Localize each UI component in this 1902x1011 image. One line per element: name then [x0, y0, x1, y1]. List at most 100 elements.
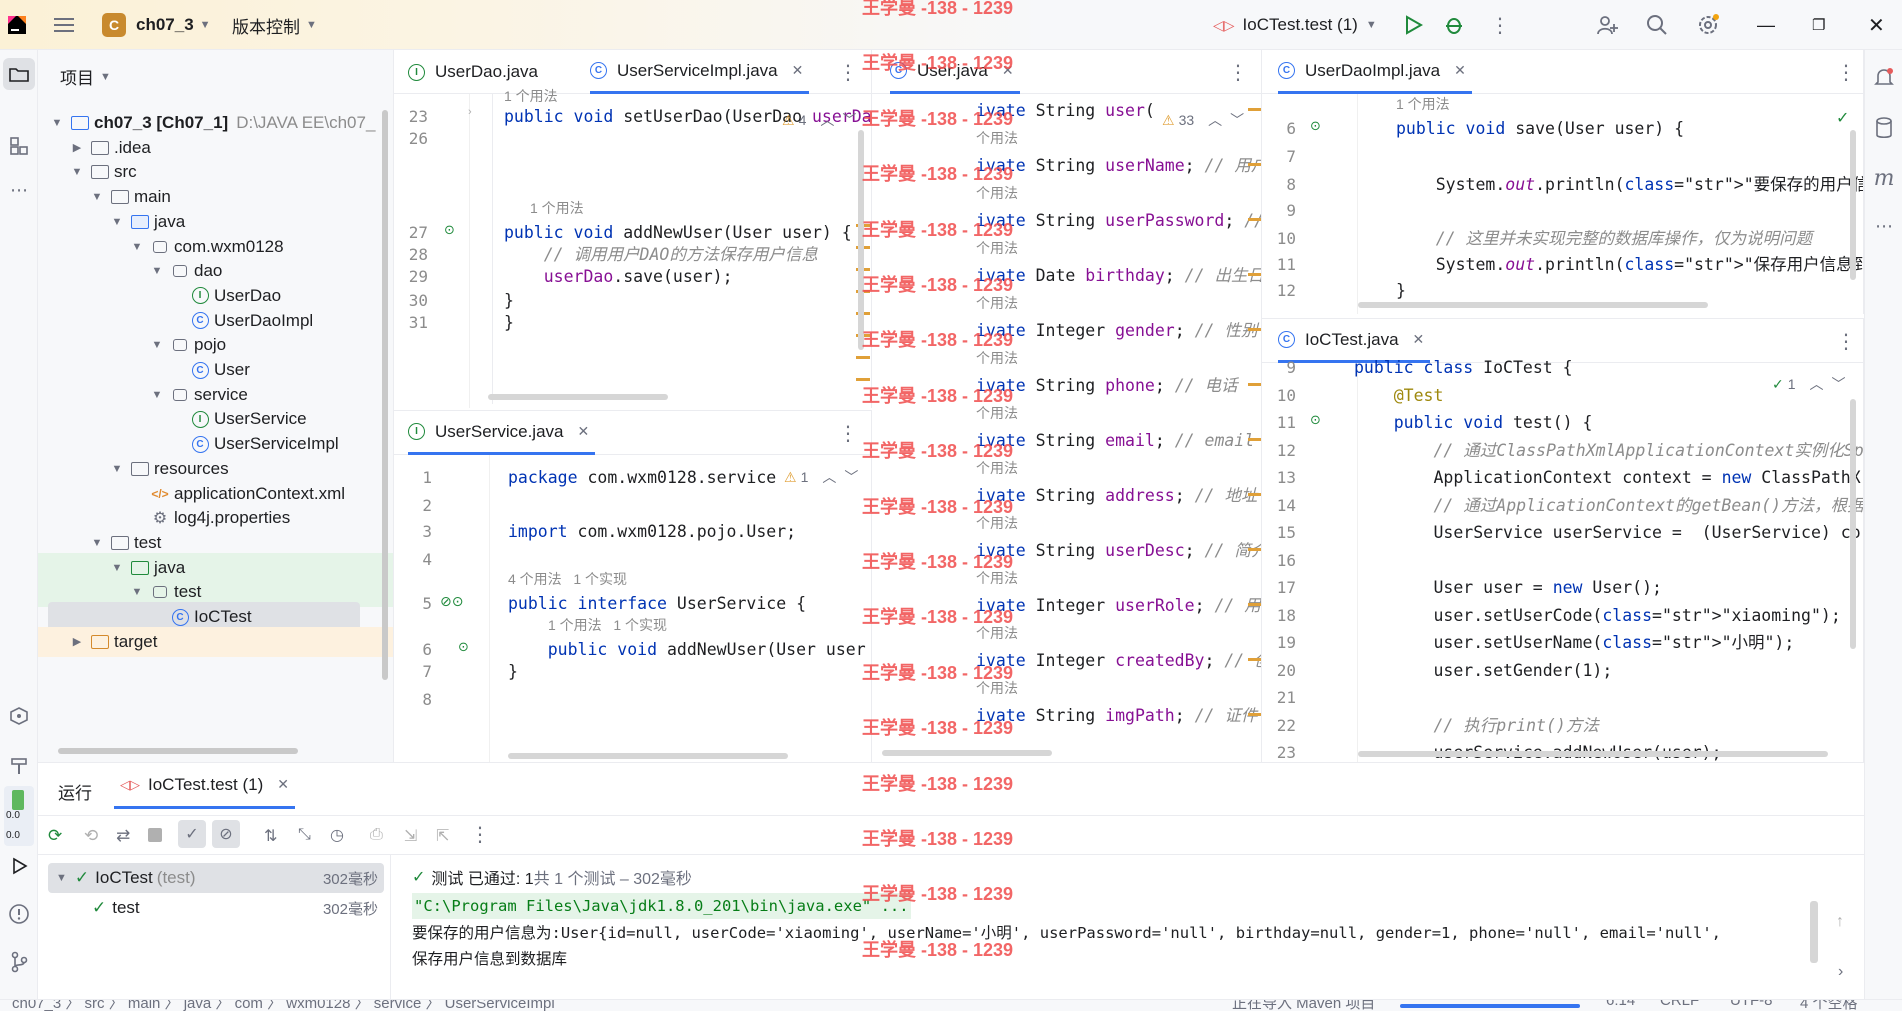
close-window-button[interactable]: ✕: [1868, 0, 1885, 50]
console-vscrollbar[interactable]: [1810, 901, 1818, 963]
database-icon[interactable]: [1868, 112, 1900, 144]
restore-button[interactable]: ❐: [1812, 0, 1825, 50]
run-splitter[interactable]: [390, 855, 391, 1000]
export-icon[interactable]: ⇱: [436, 826, 449, 846]
editor2-more-icon[interactable]: ⋮: [1228, 50, 1248, 94]
status-position[interactable]: 6:14: [1606, 1000, 1635, 1009]
history-clock-icon[interactable]: ◷: [330, 825, 344, 845]
project-switcher[interactable]: C ch07_3 ▼: [102, 0, 211, 50]
close-tab-icon[interactable]: ✕: [1454, 62, 1466, 79]
editor5-more-icon[interactable]: ⋮: [1836, 319, 1856, 363]
editor2-warning-indicator[interactable]: ⚠ 33 ︿ ﹀: [1162, 110, 1245, 130]
editor4-hscrollbar[interactable]: [508, 753, 788, 759]
rerun-failed-icon[interactable]: ⟲: [84, 826, 98, 846]
sort-icon[interactable]: ⇅: [264, 826, 277, 846]
run-tool-icon[interactable]: [3, 850, 35, 882]
status-encoding[interactable]: UTF-8: [1730, 1000, 1773, 1009]
minimize-button[interactable]: —: [1757, 0, 1775, 50]
run-icon[interactable]: [1403, 0, 1423, 50]
main-menu-icon[interactable]: [54, 0, 76, 50]
editor4-code-area[interactable]: 1 package com.wxm0128.service 2 3 import com…: [394, 455, 871, 762]
build-hammer-icon[interactable]: [3, 750, 35, 782]
status-line-sep[interactable]: CRLF: [1660, 1000, 1699, 1009]
editor3-more-icon[interactable]: ⋮: [1836, 50, 1856, 94]
editor5-vscrollbar[interactable]: [1850, 399, 1856, 649]
close-tab-icon[interactable]: ✕: [578, 423, 590, 440]
fold-icon[interactable]: ›: [468, 106, 472, 118]
more-tools-right-icon[interactable]: ⋯: [1868, 210, 1900, 242]
search-icon[interactable]: [1646, 0, 1668, 50]
editor4-warning-indicator[interactable]: ⚠ 1 ︿ ﹀: [784, 467, 859, 487]
editor1-hscrollbar[interactable]: [488, 394, 668, 400]
settings-gear-icon[interactable]: [1696, 0, 1720, 50]
collapse-icon[interactable]: ⤡: [298, 826, 311, 844]
package-icon: [170, 336, 190, 354]
code-line: ivate String imgPath; // 证件: [976, 706, 1258, 725]
more-tools-icon[interactable]: ⋯: [3, 174, 35, 206]
editor3-hscrollbar[interactable]: [1358, 302, 1708, 308]
vcs-menu[interactable]: 版本控制 ▼: [232, 0, 317, 50]
tab-userdaoimpl[interactable]: C UserDaoImpl.java ✕: [1278, 50, 1472, 94]
tab-user[interactable]: C User.java ✕: [890, 50, 1020, 94]
editor5-code-area[interactable]: 9 public class IoCTest {10 @Test 11 public…: [1262, 358, 1863, 762]
editor1-more-icon[interactable]: ⋮: [838, 50, 858, 94]
structure-icon[interactable]: [3, 130, 35, 162]
add-user-icon[interactable]: [1596, 0, 1618, 50]
more-actions-icon[interactable]: ⋮: [1490, 0, 1510, 50]
editor3-vscrollbar[interactable]: [1850, 130, 1856, 280]
scroll-up-icon[interactable]: ↑: [1836, 913, 1844, 931]
implements-gutter-icon[interactable]: ⊙: [444, 222, 455, 238]
debug-icon[interactable]: [1444, 0, 1464, 50]
editor-user: C User.java ✕ ⋮ ivate String user(个用法 iva…: [872, 50, 1262, 762]
status-breadcrumb[interactable]: ch07_3 〉 src 〉 main 〉 java 〉 com 〉 wxm01…: [12, 1000, 555, 1011]
show-ignored-icon[interactable]: ⊘: [212, 820, 240, 848]
close-tab-icon[interactable]: ✕: [1413, 331, 1425, 348]
maven-icon[interactable]: m: [1868, 162, 1900, 194]
implemented-gutter-icon[interactable]: ⊙: [458, 639, 469, 655]
project-hscrollbar[interactable]: [58, 748, 298, 754]
test-tree-root[interactable]: ▼ ✓ IoCTest (test) 302毫秒: [48, 863, 384, 893]
run-test-gutter-icon[interactable]: ⊙: [1310, 412, 1321, 428]
editor4-more-icon[interactable]: ⋮: [838, 411, 858, 455]
editor1-vscrollbar[interactable]: [858, 130, 864, 350]
run-config-selector[interactable]: ◁▷ IoCTest.test (1) ▼: [1213, 0, 1377, 50]
notifications-bell-icon[interactable]: [1868, 62, 1900, 94]
toggle-auto-test-icon[interactable]: ⇄: [116, 826, 130, 846]
test-tree-child[interactable]: ✓ test 302毫秒: [48, 893, 384, 923]
screenshot-icon[interactable]: ⎙: [370, 826, 383, 844]
app-logo-icon[interactable]: [6, 0, 28, 50]
close-tab-icon[interactable]: ✕: [1002, 62, 1014, 79]
implements-gutter-icon[interactable]: ⊙: [1310, 118, 1321, 134]
project-panel-header[interactable]: 项目 ▼: [60, 64, 111, 89]
editor1-warning-indicator[interactable]: ⚠ 4 ︿ ﹀: [782, 110, 856, 130]
editor1-code-area[interactable]: 23public void setUserDao(UserDao userDao…: [394, 88, 871, 408]
project-scrollbar[interactable]: [382, 110, 388, 680]
problems-icon[interactable]: [3, 898, 35, 930]
editor5-hscrollbar[interactable]: [1358, 751, 1828, 757]
editor2-hscrollbar[interactable]: [882, 750, 1052, 756]
memory-value-1: 0.0: [6, 810, 20, 821]
stop-icon[interactable]: [148, 828, 162, 842]
rerun-icon[interactable]: ⟳: [48, 826, 62, 846]
tree-node[interactable]: ▶ target: [38, 626, 393, 657]
project-tool-folder-icon[interactable]: [3, 58, 35, 90]
editor3-code-area[interactable]: 6 public void save(User user) {7 8 System.…: [1262, 94, 1863, 314]
implemented-gutter-icon[interactable]: ⊘⊙: [440, 593, 463, 610]
services-icon[interactable]: [3, 700, 35, 732]
import-tests-icon[interactable]: ⇲: [404, 826, 417, 846]
status-indent[interactable]: 4 个空格: [1800, 1000, 1858, 1011]
run-tab[interactable]: ◁▷ IoCTest.test (1) ✕: [114, 763, 295, 809]
more-actions-icon[interactable]: ⋮: [470, 822, 490, 847]
tab-userserviceimpl[interactable]: C UserServiceImpl.java ✕: [590, 50, 810, 94]
git-icon[interactable]: [3, 946, 35, 978]
console-output[interactable]: "C:\Program Files\Java\jdk1.8.0_201\bin\…: [412, 893, 1826, 993]
show-passed-icon[interactable]: ✓: [178, 820, 206, 848]
close-tab-icon[interactable]: ✕: [277, 776, 289, 793]
code-line: ivate String phone; // 电话: [976, 376, 1238, 395]
expand-right-icon[interactable]: ›: [1838, 963, 1843, 981]
tab-userservice[interactable]: I UserService.java ✕: [408, 411, 596, 455]
folder-orange-icon: [90, 633, 110, 651]
editor5-inspection-indicator[interactable]: ✓ 1 ︿ ﹀: [1772, 374, 1846, 394]
editor2-code-area[interactable]: ivate String user(个用法 ivate String userNa…: [872, 94, 1261, 762]
close-tab-icon[interactable]: ✕: [792, 62, 804, 79]
